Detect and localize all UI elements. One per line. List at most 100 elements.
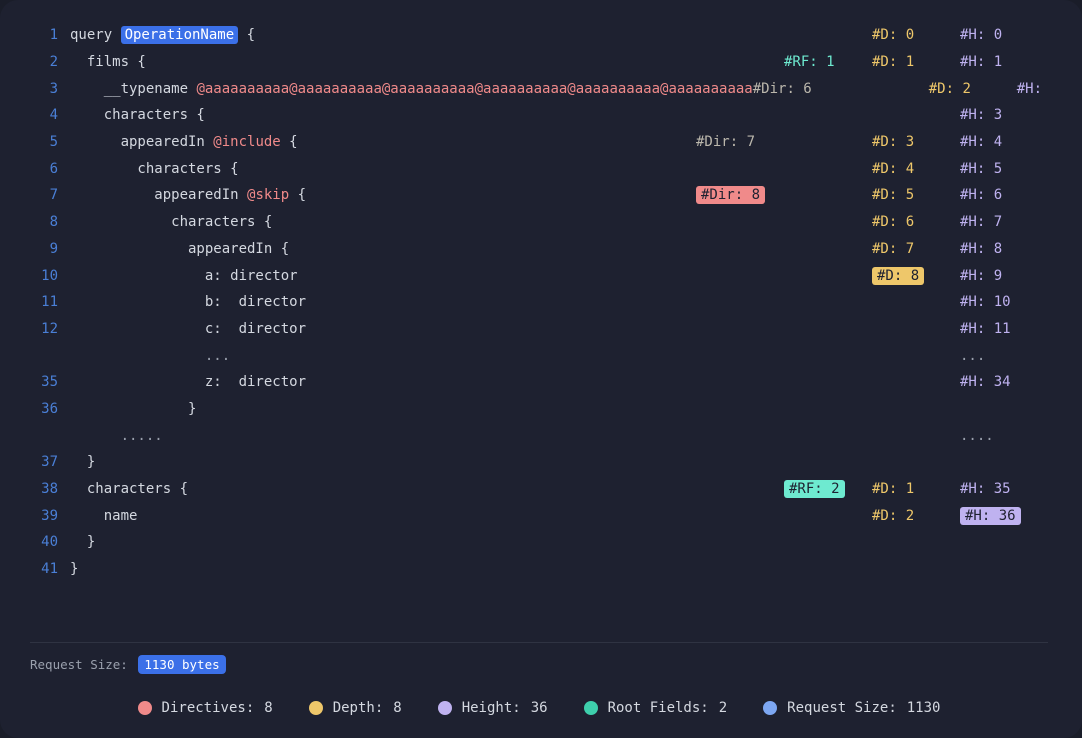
legend-height: Height: 36 (438, 700, 548, 716)
annot-height: #H: 7 (960, 214, 1048, 230)
code-content: characters { (70, 107, 696, 123)
height-annot: #H: 1 (960, 54, 1002, 70)
annot-height: #H: 2 (1017, 81, 1048, 97)
dot-rootfields-icon (584, 701, 598, 715)
legend-depth: Depth: 8 (309, 700, 402, 716)
height-annot: #H: 34 (960, 374, 1011, 390)
code-token: c: director (70, 321, 306, 337)
code-content: ... (70, 348, 696, 364)
annot-depth: #D: 5 (872, 187, 960, 203)
code-line: 38 characters {#RF: 2#D: 1#H: 35 (30, 476, 1048, 503)
line-number: 39 (30, 508, 58, 524)
annot-height: .... (960, 428, 1048, 444)
code-content: __typename @aaaaaaaaaa@aaaaaaaaaa@aaaaaa… (70, 81, 753, 97)
height-annot: #H: 7 (960, 214, 1002, 230)
code-token: { (289, 187, 306, 203)
code-token: { (238, 27, 255, 43)
line-number: 38 (30, 481, 58, 497)
height-annot: #H: 9 (960, 268, 1002, 284)
directives-annot: #Dir: 7 (696, 134, 755, 150)
code-line: 10 a: director #D: 8 #H: 9 (30, 262, 1048, 289)
code-content: } (70, 454, 696, 470)
annot-depth: #D: 0 (872, 27, 960, 43)
annot-depth: #D: 2 (872, 508, 960, 524)
code-line: 11 b: director#H: 10 (30, 289, 1048, 316)
code-content: } (70, 534, 696, 550)
code-content: name (70, 508, 696, 524)
code-token: } (70, 534, 95, 550)
height-annot: #H: 5 (960, 161, 1002, 177)
directives-badge: #Dir: 8 (696, 186, 765, 204)
code-area: 1query OperationName {#D: 0#H: 02 films … (30, 22, 1048, 632)
annot-rootfields: #RF: 2 (784, 481, 872, 497)
legend-directives-label: Directives: (162, 700, 255, 716)
annot-depth: #D: 3 (872, 134, 960, 150)
request-size-badge: 1130 bytes (138, 655, 225, 674)
legend-depth-label: Depth: (333, 700, 384, 716)
line-number: 5 (30, 134, 58, 150)
annot-height: #H: 4 (960, 134, 1048, 150)
code-token: name (70, 508, 137, 524)
height-annot: #H: 6 (960, 187, 1002, 203)
rootfields-badge: #RF: 2 (784, 480, 845, 498)
dot-reqsize-icon (763, 701, 777, 715)
height-annot: #H: 0 (960, 27, 1002, 43)
annot-directives: #Dir: 8 (696, 187, 784, 203)
code-token: a: director (70, 268, 298, 284)
height-annot: #H: 10 (960, 294, 1011, 310)
annot-directives: #Dir: 6 (753, 81, 841, 97)
directive-text: @include (213, 134, 280, 150)
height-annot: #H: 35 (960, 481, 1011, 497)
code-content: a: director (70, 268, 696, 284)
directive-text: @skip (247, 187, 289, 203)
code-token: films { (70, 54, 146, 70)
code-content: appearedIn { (70, 241, 696, 257)
code-line: 4 characters {#H: 3 (30, 102, 1048, 129)
line-number: 8 (30, 214, 58, 230)
legend: Directives: 8 Depth: 8 Height: 36 Root F… (30, 700, 1048, 716)
code-content: appearedIn @include { (70, 134, 696, 150)
code-line: 39 name#D: 2#H: 36 (30, 502, 1048, 529)
annot-depth: #D: 2 (929, 81, 1017, 97)
code-token: characters { (70, 107, 205, 123)
code-line: 1query OperationName {#D: 0#H: 0 (30, 22, 1048, 49)
depth-annot: #D: 6 (872, 214, 914, 230)
code-token: } (70, 401, 196, 417)
legend-rootfields-value: 2 (719, 700, 727, 716)
depth-annot: #D: 7 (872, 241, 914, 257)
depth-badge: #D: 8 (872, 267, 924, 285)
code-line: 3 __typename @aaaaaaaaaa@aaaaaaaaaa@aaaa… (30, 75, 1048, 102)
code-content: } (70, 561, 696, 577)
depth-annot: #D: 2 (929, 81, 971, 97)
height-annot: #H: 8 (960, 241, 1002, 257)
line-number: 10 (30, 268, 58, 284)
height-annot: #H: 4 (960, 134, 1002, 150)
code-token: characters { (70, 214, 272, 230)
code-line: 5 appearedIn @include {#Dir: 7 #D: 3#H: 4 (30, 129, 1048, 156)
line-number: 35 (30, 374, 58, 390)
code-token: appearedIn { (70, 241, 289, 257)
annot-depth: #D: 6 (872, 214, 960, 230)
legend-reqsize: Request Size: 1130 (763, 700, 940, 716)
annot-height: #H: 0 (960, 27, 1048, 43)
annot-depth: #D: 8 (872, 268, 960, 284)
annot-height: #H: 8 (960, 241, 1048, 257)
annot-height: #H: 35 (960, 481, 1048, 497)
code-line: 7 appearedIn @skip {#Dir: 8#D: 5#H: 6 (30, 182, 1048, 209)
annot-height: #H: 5 (960, 161, 1048, 177)
legend-height-label: Height: (462, 700, 521, 716)
annot-height: #H: 34 (960, 374, 1048, 390)
divider (30, 642, 1048, 643)
code-line: 2 films {#RF: 1#D: 1#H: 1 (30, 49, 1048, 76)
legend-reqsize-label: Request Size: (787, 700, 897, 716)
height-annot: #H: 11 (960, 321, 1011, 337)
annot-depth: #D: 1 (872, 481, 960, 497)
annot-height: #H: 9 (960, 268, 1048, 284)
code-token: z: director (70, 374, 306, 390)
annot-height: #H: 1 (960, 54, 1048, 70)
annot-height: #H: 11 (960, 321, 1048, 337)
depth-annot: #D: 1 (872, 54, 914, 70)
code-line: 40 } (30, 529, 1048, 556)
dot-directives-icon (138, 701, 152, 715)
code-content: z: director (70, 374, 696, 390)
